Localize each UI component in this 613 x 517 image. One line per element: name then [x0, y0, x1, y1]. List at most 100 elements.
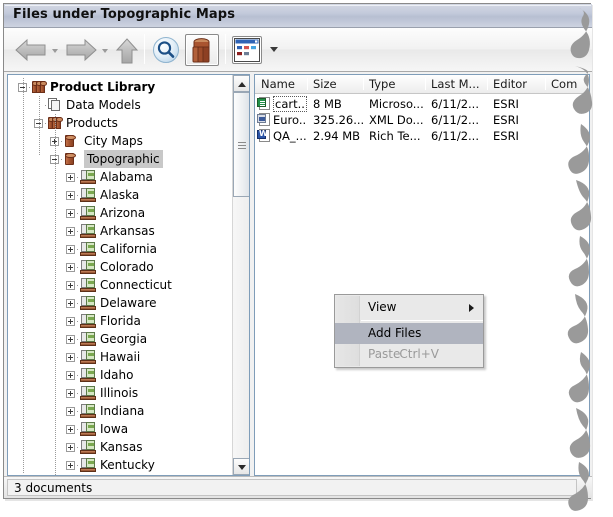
tree-item-hawaii[interactable]: Hawaii: [8, 348, 232, 366]
tree-scrollbar-thumb[interactable]: [233, 92, 249, 197]
product-library-button[interactable]: [185, 34, 219, 66]
toolbar: [4, 28, 592, 72]
expand-icon[interactable]: [66, 191, 75, 200]
tree-connector: [29, 87, 31, 88]
search-button[interactable]: [151, 35, 181, 65]
expand-icon[interactable]: [66, 299, 75, 308]
tree-connector: [77, 177, 79, 178]
tree-item-data-models[interactable]: Data Models: [8, 96, 232, 114]
column-header-size[interactable]: Size: [307, 75, 363, 93]
file-row[interactable]: cart... 8 MB Microso... 6/11/2... ESRI: [255, 96, 589, 112]
window-title: Files under Topographic Maps: [13, 7, 236, 22]
tree-item-georgia[interactable]: Georgia: [8, 330, 232, 348]
expand-icon[interactable]: [66, 335, 75, 344]
tree-view[interactable]: Product Library Data Models Products City M…: [8, 75, 232, 475]
tree-connector: [77, 375, 79, 376]
column-divider[interactable]: [487, 78, 488, 90]
tree-item-florida[interactable]: Florida: [8, 312, 232, 330]
tree-item-alabama[interactable]: Alabama: [8, 168, 232, 186]
column-header-com[interactable]: Com: [545, 75, 589, 93]
map-series-icon: [80, 440, 96, 454]
expand-icon[interactable]: [66, 173, 75, 182]
toolbar-separator-1: [144, 34, 145, 64]
expand-icon[interactable]: [66, 371, 75, 380]
expand-icon[interactable]: [66, 209, 75, 218]
column-divider[interactable]: [363, 78, 364, 90]
column-header-last-m-[interactable]: Last M...: [425, 75, 487, 93]
column-header-name[interactable]: Name: [255, 75, 307, 93]
tree-item-kansas[interactable]: Kansas: [8, 438, 232, 456]
back-button[interactable]: [14, 37, 48, 67]
tree-connector: [77, 285, 79, 286]
tree-connector: [77, 195, 79, 196]
cell-size: 325.26...: [313, 113, 365, 127]
cell-type: Microso...: [369, 97, 424, 111]
file-row[interactable]: QA_... 2.94 MB Rich Te... 6/11/2... ESRI: [255, 128, 589, 144]
column-header-type[interactable]: Type: [363, 75, 425, 93]
expand-icon[interactable]: [66, 407, 75, 416]
view-mode-button[interactable]: [232, 36, 262, 64]
expand-icon[interactable]: [66, 461, 75, 470]
tree-connector: [77, 411, 79, 412]
expand-icon[interactable]: [66, 353, 75, 362]
tree-item-alaska[interactable]: Alaska: [8, 186, 232, 204]
tree-item-topographic[interactable]: Topographic: [8, 150, 232, 168]
tree-connector: [77, 267, 79, 268]
tree-item-delaware[interactable]: Delaware: [8, 294, 232, 312]
product-class-icon: [64, 134, 76, 148]
expand-icon[interactable]: [66, 389, 75, 398]
column-header-editor[interactable]: Editor: [487, 75, 545, 93]
tree-item-arizona[interactable]: Arizona: [8, 204, 232, 222]
tree-connector: [77, 429, 79, 430]
expand-icon[interactable]: [66, 263, 75, 272]
forward-button[interactable]: [64, 37, 98, 67]
tree-item-products[interactable]: Products: [8, 114, 232, 132]
tree-item-idaho[interactable]: Idaho: [8, 366, 232, 384]
column-divider[interactable]: [545, 78, 546, 90]
tree-connector: [61, 159, 63, 160]
context-menu-item-add-files[interactable]: Add Files: [335, 323, 483, 344]
tree-item-indiana[interactable]: Indiana: [8, 402, 232, 420]
product-library-tree-panel: Product Library Data Models Products City M…: [7, 74, 250, 476]
expand-icon[interactable]: [66, 425, 75, 434]
file-list-header[interactable]: Name Size Type Last M... Editor Com: [255, 75, 589, 94]
tree-item-label: Delaware: [100, 296, 157, 310]
data-model-icon: [48, 98, 62, 112]
tree-item-california[interactable]: California: [8, 240, 232, 258]
back-dropdown-caret-icon[interactable]: [52, 49, 58, 53]
expand-icon[interactable]: [66, 245, 75, 254]
view-mode-dropdown-caret-icon[interactable]: [270, 47, 278, 52]
tree-scroll-up-button[interactable]: [233, 75, 249, 92]
expand-icon[interactable]: [66, 443, 75, 452]
expand-icon[interactable]: [66, 227, 75, 236]
file-row[interactable]: Euro... 325.26... XML Do... 6/11/2... ESRI: [255, 112, 589, 128]
context-menu[interactable]: View Add Files Paste Ctrl+V: [334, 294, 484, 368]
context-menu-item-paste: Paste Ctrl+V: [335, 344, 483, 365]
tree-item-connecticut[interactable]: Connecticut: [8, 276, 232, 294]
up-one-level-button[interactable]: [112, 37, 142, 69]
tree-item-product-library[interactable]: Product Library: [8, 78, 232, 96]
tree-item-iowa[interactable]: Iowa: [8, 420, 232, 438]
tree-item-label: Alaska: [100, 188, 140, 202]
expand-icon[interactable]: [66, 317, 75, 326]
forward-dropdown-caret-icon[interactable]: [102, 49, 108, 53]
tree-item-city-maps[interactable]: City Maps: [8, 132, 232, 150]
column-divider[interactable]: [307, 78, 308, 90]
up-arrow-icon: [115, 38, 139, 64]
tree-item-arkansas[interactable]: Arkansas: [8, 222, 232, 240]
search-icon: [153, 37, 179, 63]
tree-guide-line: [39, 96, 40, 156]
cell-type: XML Do...: [369, 113, 424, 127]
tree-item-kentucky[interactable]: Kentucky: [8, 456, 232, 474]
tree-item-label: Colorado: [100, 260, 154, 274]
context-menu-item-view[interactable]: View: [335, 297, 483, 318]
tree-connector: [77, 339, 79, 340]
tree-vertical-scrollbar[interactable]: [232, 75, 249, 475]
tree-scroll-down-button[interactable]: [233, 458, 249, 475]
column-divider[interactable]: [425, 78, 426, 90]
cell-type: Rich Te...: [369, 129, 421, 143]
expand-icon[interactable]: [66, 281, 75, 290]
tree-item-label: Georgia: [100, 332, 148, 346]
tree-item-colorado[interactable]: Colorado: [8, 258, 232, 276]
tree-item-illinois[interactable]: Illinois: [8, 384, 232, 402]
